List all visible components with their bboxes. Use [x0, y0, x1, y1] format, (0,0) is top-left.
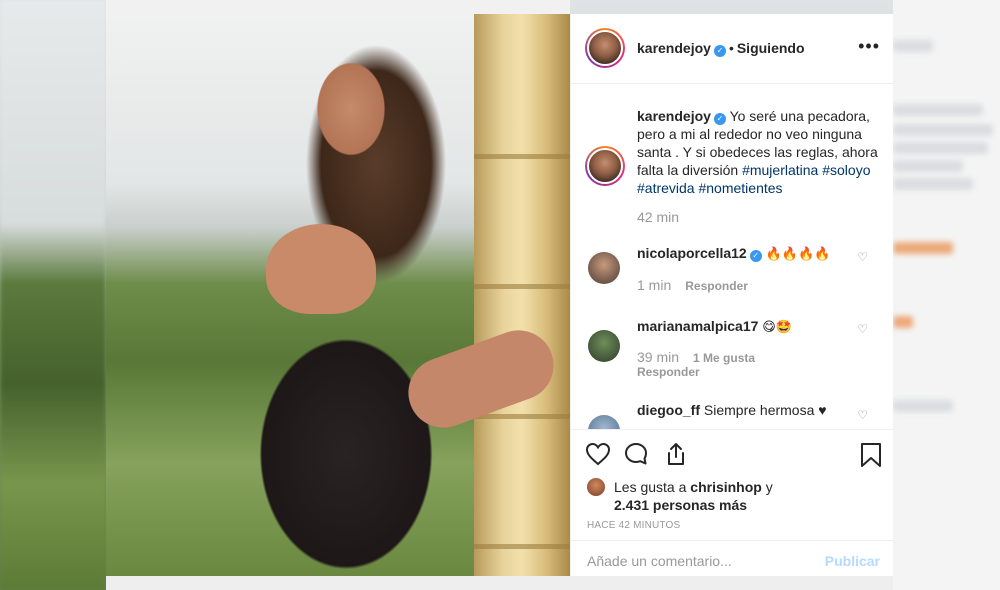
following-button[interactable]: Siguiendo: [737, 40, 805, 56]
post-header: karendejoy ✓ • Siguiendo •••: [571, 14, 894, 84]
share-icon[interactable]: [664, 441, 688, 472]
caption-username[interactable]: karendejoy: [637, 108, 711, 124]
bookmark-icon[interactable]: [860, 442, 882, 473]
hashtag-link[interactable]: #nometientes: [698, 180, 782, 196]
actions-section: Les gusta a chrisinhop y 2.431 personas …: [571, 429, 894, 577]
more-horizontal-icon[interactable]: •••: [858, 36, 880, 57]
background-top: [106, 0, 570, 14]
comment-meta: 39 min 1 Me gusta: [637, 349, 755, 365]
publish-button[interactable]: Publicar: [825, 553, 880, 569]
bamboo-pole: [474, 14, 570, 576]
comment-time[interactable]: 39 min: [637, 349, 679, 365]
comment-likes[interactable]: 1 Me gusta: [693, 351, 755, 365]
hashtag-link[interactable]: #soloyo: [822, 162, 870, 178]
post-panel: karendejoy ✓ • Siguiendo ••• karendejoy ✓ Yo…: [570, 14, 894, 577]
comment-avatar[interactable]: [588, 252, 620, 284]
comment-heart-icon[interactable]: ♡: [857, 408, 868, 422]
comment-meta-reply: Responder: [637, 365, 700, 379]
comment-icon[interactable]: [624, 442, 650, 471]
likes-prefix: Les gusta a: [614, 479, 691, 495]
liker-username[interactable]: chrisinhop: [690, 479, 762, 495]
caption-meta: 42 min: [637, 209, 693, 225]
comment-input[interactable]: [587, 551, 807, 571]
photo-shoulder: [266, 224, 376, 314]
caption-text: karendejoy ✓ Yo seré una pecadora, pero a…: [637, 107, 882, 197]
likes-text: Les gusta a chrisinhop y 2.431 personas …: [614, 478, 773, 514]
comment-heart-icon[interactable]: ♡: [857, 322, 868, 336]
reply-button[interactable]: Responder: [685, 279, 748, 293]
post-time[interactable]: HACE 42 MINUTOS: [587, 520, 680, 531]
comment-body: 🔥🔥🔥🔥: [765, 247, 831, 262]
separator-dot: •: [728, 40, 734, 56]
comment-text: diegoo_ff Siempre hermosa ♥: [637, 401, 882, 419]
post-photo[interactable]: [106, 14, 570, 576]
comment-meta: 1 min Responder: [637, 277, 748, 293]
comments-list[interactable]: karendejoy ✓ Yo seré una pecadora, pero a…: [571, 85, 894, 429]
comment-username[interactable]: diegoo_ff: [637, 402, 700, 418]
caption-avatar[interactable]: [585, 146, 625, 186]
background-right: [893, 0, 1000, 590]
likes-suffix: y: [761, 479, 773, 495]
comment-avatar[interactable]: [588, 330, 620, 362]
caption-time[interactable]: 42 min: [637, 209, 679, 225]
heart-icon[interactable]: [585, 442, 611, 471]
verified-icon: ✓: [713, 113, 726, 125]
profile-avatar[interactable]: [585, 28, 625, 68]
reply-button[interactable]: Responder: [637, 365, 700, 379]
comment-body: 😋🤩: [762, 320, 793, 335]
background-left: [0, 0, 106, 590]
hashtag-link[interactable]: #mujerlatina: [742, 162, 818, 178]
comment-username[interactable]: marianamalpica17: [637, 318, 758, 334]
verified-icon: ✓: [749, 250, 762, 262]
header-user-line: karendejoy ✓ • Siguiendo: [637, 40, 805, 58]
add-comment-bar: Publicar: [571, 540, 894, 580]
likes-count[interactable]: 2.431 personas más: [614, 497, 747, 513]
comment-avatar[interactable]: [588, 415, 620, 429]
verified-icon: ✓: [713, 45, 726, 57]
header-username[interactable]: karendejoy: [637, 40, 711, 56]
comment-heart-icon[interactable]: ♡: [857, 250, 868, 264]
comment-text: marianamalpica17 😋🤩: [637, 317, 882, 337]
hashtag-link[interactable]: #atrevida: [637, 180, 695, 196]
liker-avatar[interactable]: [587, 478, 605, 496]
comment-body: Siempre hermosa ♥: [703, 402, 827, 418]
comment-time[interactable]: 1 min: [637, 277, 671, 293]
comment-text: nicolaporcella12 ✓ 🔥🔥🔥🔥: [637, 244, 882, 264]
comment-username[interactable]: nicolaporcella12: [637, 245, 747, 261]
